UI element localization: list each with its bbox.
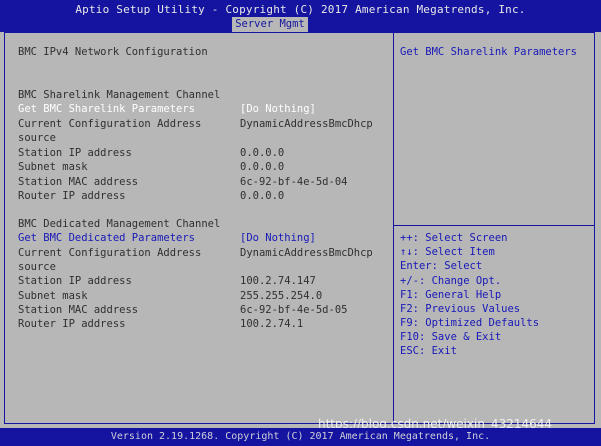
sharelink-subnet-mask-value: 0.0.0.0 <box>240 161 285 173</box>
tab-server-mgmt[interactable]: Server Mgmt <box>232 17 308 32</box>
page-title: BMC IPv4 Network Configuration <box>18 46 208 58</box>
footer-bar: Version 2.19.1268. Copyright (C) 2017 Am… <box>0 428 601 446</box>
sharelink-mac-value: 6c-92-bf-4e-5d-04 <box>240 176 348 188</box>
dedicated-station-ip-label: Station IP address <box>18 275 132 287</box>
panel-divider <box>393 32 394 424</box>
help-key-change-opt: +/-: Change Opt. <box>400 275 502 287</box>
help-key-select-item: ↑↓: Select Item <box>400 246 495 258</box>
dedicated-config-source-value: DynamicAddressBmcDhcp <box>240 247 373 259</box>
get-sharelink-parameters-label[interactable]: Get BMC Sharelink Parameters <box>18 102 195 116</box>
get-dedicated-parameters-label[interactable]: Get BMC Dedicated Parameters <box>18 231 195 245</box>
sharelink-subnet-mask-label: Subnet mask <box>18 161 88 173</box>
help-key-save-exit: F10: Save & Exit <box>400 331 502 343</box>
help-divider <box>394 225 595 226</box>
help-description: Get BMC Sharelink Parameters <box>400 46 578 58</box>
sharelink-config-source-value: DynamicAddressBmcDhcp <box>240 118 373 130</box>
dedicated-router-ip-value: 100.2.74.1 <box>240 318 304 330</box>
sharelink-router-ip-value: 0.0.0.0 <box>240 190 285 202</box>
help-key-general-help: F1: General Help <box>400 289 502 301</box>
dedicated-mac-label: Station MAC address <box>18 304 139 316</box>
help-key-esc-exit: ESC: Exit <box>400 345 457 357</box>
sharelink-router-ip-label: Router IP address <box>18 190 126 202</box>
dedicated-router-ip-label: Router IP address <box>18 318 126 330</box>
get-dedicated-parameters-value[interactable]: [Do Nothing] <box>240 231 316 245</box>
sharelink-config-source-label: Current Configuration Address <box>18 118 202 130</box>
footer-version: Version 2.19.1268. Copyright (C) 2017 Am… <box>110 431 491 442</box>
help-key-previous-values: F2: Previous Values <box>400 303 521 315</box>
sharelink-config-source-label-cont: source <box>18 132 56 144</box>
section-heading-sharelink: BMC Sharelink Management Channel <box>18 89 221 101</box>
title-bar: Aptio Setup Utility - Copyright (C) 2017… <box>0 0 601 32</box>
dedicated-config-source-label-cont: source <box>18 261 56 273</box>
dedicated-config-source-label: Current Configuration Address <box>18 247 202 259</box>
section-heading-dedicated: BMC Dedicated Management Channel <box>18 218 221 230</box>
dedicated-subnet-mask-label: Subnet mask <box>18 290 88 302</box>
help-key-enter: Enter: Select <box>400 260 483 272</box>
sharelink-station-ip-value: 0.0.0.0 <box>240 147 285 159</box>
help-key-optimized-defaults: F9: Optimized Defaults <box>400 317 540 329</box>
help-key-select-screen: ++: Select Screen <box>400 232 508 244</box>
dedicated-station-ip-value: 100.2.74.147 <box>240 275 316 287</box>
dedicated-mac-value: 6c-92-bf-4e-5d-05 <box>240 304 348 316</box>
sharelink-station-ip-label: Station IP address <box>18 147 132 159</box>
app-title: Aptio Setup Utility - Copyright (C) 2017… <box>75 3 526 16</box>
get-sharelink-parameters-value[interactable]: [Do Nothing] <box>240 102 316 116</box>
sharelink-mac-label: Station MAC address <box>18 176 139 188</box>
dedicated-subnet-mask-value: 255.255.254.0 <box>240 290 323 302</box>
